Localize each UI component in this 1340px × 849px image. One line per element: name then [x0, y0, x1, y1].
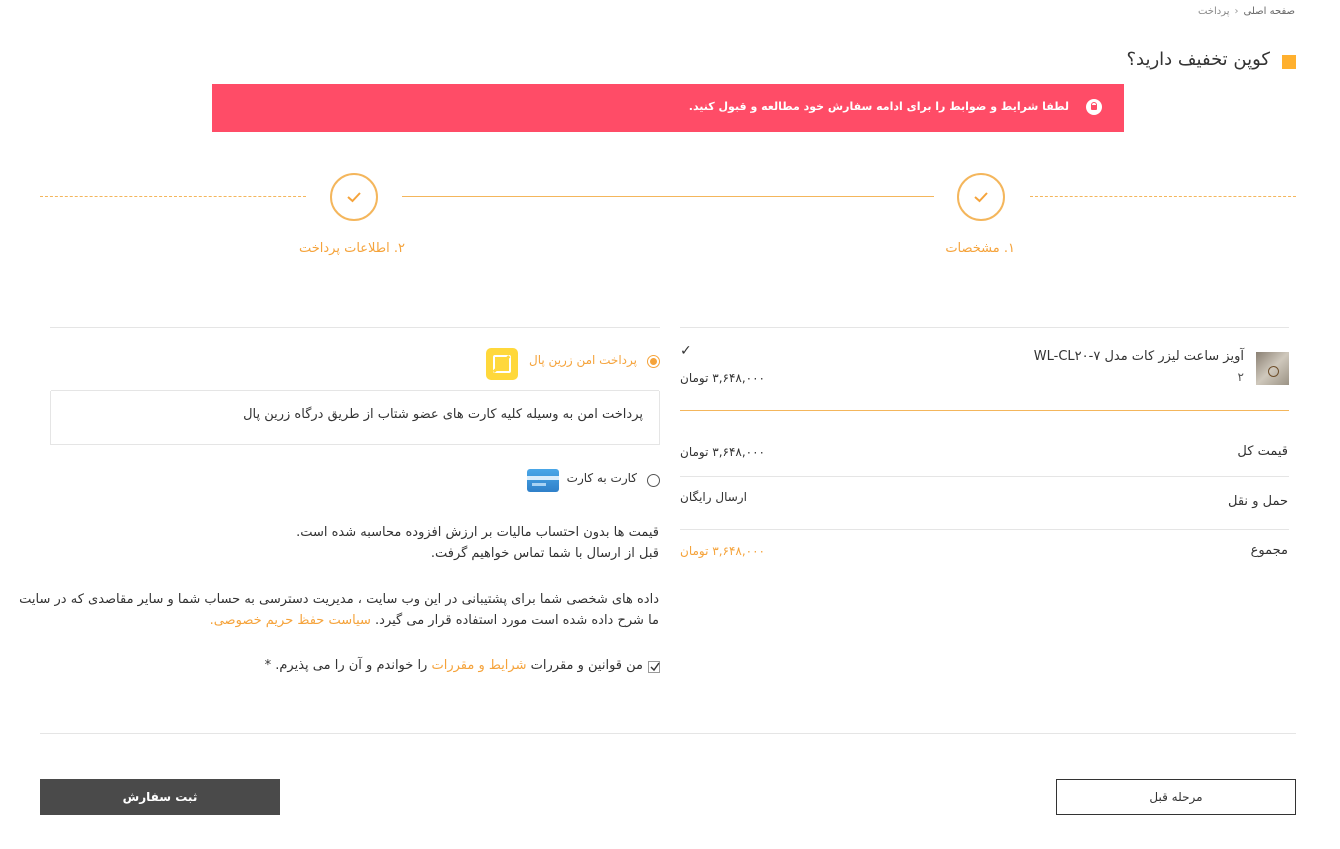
coupon-square-icon — [1282, 55, 1296, 69]
terms-prefix: من قوانین و مقررات — [530, 658, 643, 673]
step-payment-circle — [330, 173, 378, 221]
check-icon — [974, 192, 988, 203]
product-check-icon: ✓ — [680, 343, 692, 359]
breadcrumb: صفحه اصلی ‹ پرداخت — [1198, 6, 1295, 17]
card-to-card-radio[interactable] — [647, 474, 660, 487]
stepper-line-middle — [402, 196, 934, 197]
breadcrumb-current: پرداخت — [1197, 6, 1230, 17]
subtotal-value: ۳,۶۴۸,۰۰۰ تومان — [680, 445, 765, 459]
previous-step-button[interactable]: مرحله قبل — [1056, 779, 1296, 815]
terms-alert-text: لطفا شرایط و ضوابط را برای ادامه سفارش خ… — [688, 100, 1069, 113]
privacy-note-text: ما شرح داده شده است مورد استفاده قرار می… — [375, 613, 659, 628]
subtotal-label: قیمت کل — [1237, 444, 1288, 459]
shipping-label: حمل و نقل — [1228, 494, 1288, 509]
zarinpal-logo-icon — [486, 348, 518, 380]
privacy-note-line1: داده های شخصی شما برای پشتیبانی در این و… — [19, 592, 659, 607]
check-icon — [347, 192, 361, 203]
breadcrumb-separator: ‹ — [1234, 6, 1239, 17]
terms-checkbox[interactable] — [648, 661, 660, 673]
zarinpal-label[interactable]: پرداخت امن زرین پال — [529, 353, 637, 367]
product-price: ۳,۶۴۸,۰۰۰ تومان — [680, 371, 765, 385]
divider — [680, 529, 1289, 530]
divider — [50, 327, 660, 328]
divider — [680, 327, 1289, 328]
checkmark-icon — [650, 662, 660, 672]
tax-note-line1: قیمت ها بدون احتساب مالیات بر ارزش افزود… — [296, 525, 659, 540]
lock-icon — [1086, 99, 1102, 115]
total-value: ۳,۶۴۸,۰۰۰ تومان — [680, 544, 765, 558]
coupon-toggle-link[interactable]: کوپن تخفیف دارید؟ — [1126, 49, 1270, 70]
total-label: مجموع — [1250, 543, 1288, 558]
product-quantity: ۲ — [1237, 370, 1244, 384]
divider — [40, 733, 1296, 734]
card-to-card-label[interactable]: کارت به کارت — [567, 471, 637, 485]
place-order-button[interactable]: ثبت سفارش — [40, 779, 280, 815]
required-mark: * — [264, 658, 272, 673]
divider — [680, 476, 1289, 477]
privacy-policy-link[interactable]: سیاست حفظ حریم خصوصی. — [210, 613, 371, 628]
product-thumbnail — [1256, 352, 1289, 385]
privacy-note-line2: ما شرح داده شده است مورد استفاده قرار می… — [210, 613, 659, 628]
zarinpal-description: پرداخت امن به وسیله کلیه کارت های عضو شت… — [243, 407, 643, 422]
tax-note-line2: قبل از ارسال با شما تماس خواهیم گرفت. — [430, 546, 659, 561]
stepper-line-right — [1030, 196, 1296, 197]
terms-suffix: را خواندم و آن را می پذیرم. — [275, 658, 428, 673]
terms-alert-banner: لطفا شرایط و ضوابط را برای ادامه سفارش خ… — [212, 84, 1124, 132]
step-details-circle — [957, 173, 1005, 221]
product-name: آویز ساعت لیزر کات مدل WL-CL۲۰-۷ — [1033, 349, 1244, 364]
zarinpal-radio[interactable] — [647, 355, 660, 368]
step-payment-label: ۲. اطلاعات پرداخت — [298, 241, 405, 256]
stepper-line-left — [40, 196, 306, 197]
step-details-label: ۱. مشخصات — [945, 241, 1015, 256]
terms-text: من قوانین و مقررات شرایط و مقررات را خوا… — [265, 658, 643, 673]
breadcrumb-home-link[interactable]: صفحه اصلی — [1244, 6, 1295, 17]
terms-link[interactable]: شرایط و مقررات — [431, 658, 526, 673]
credit-card-icon — [527, 469, 559, 492]
shipping-value: ارسال رایگان — [680, 490, 747, 504]
divider — [680, 410, 1289, 411]
